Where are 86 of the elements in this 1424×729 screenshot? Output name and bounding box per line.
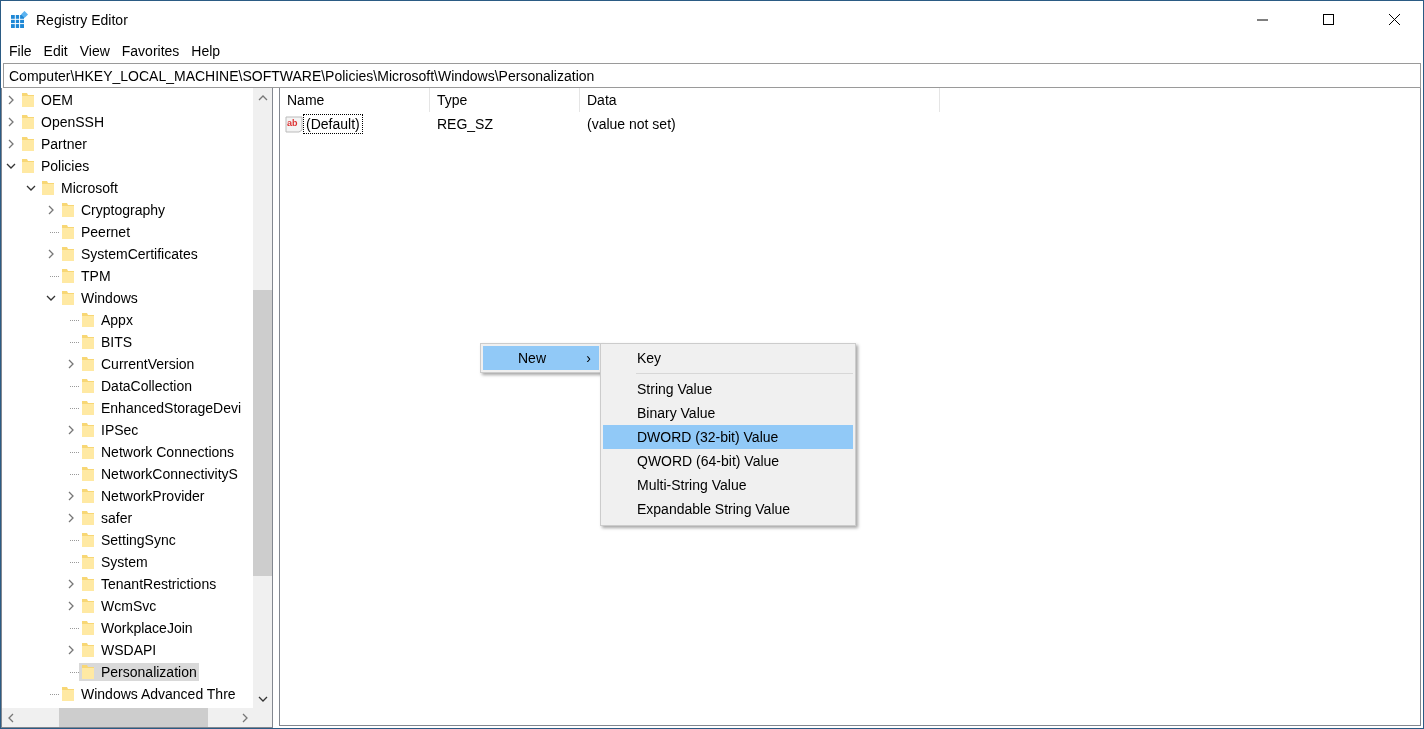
tree-item[interactable]: CurrentVersion — [79, 355, 197, 373]
column-header[interactable]: Type — [430, 88, 580, 112]
tree-item[interactable]: NetworkConnectivityS — [79, 465, 240, 483]
folder-icon — [81, 620, 95, 636]
tree-item[interactable]: WorkplaceJoin — [79, 619, 195, 637]
folder-icon — [81, 554, 95, 570]
tree-item[interactable]: Windows Advanced Thre — [59, 685, 238, 703]
vertical-scrollbar[interactable] — [253, 88, 272, 708]
menu-item[interactable]: Help — [185, 42, 227, 59]
close-icon — [1388, 14, 1400, 25]
table-cell-text: (value not set) — [586, 116, 677, 132]
tree-item[interactable]: SettingSync — [79, 531, 178, 549]
menu-item[interactable]: Favorites — [115, 42, 186, 59]
tree-item[interactable]: TenantRestrictions — [79, 575, 219, 593]
tree-item[interactable]: Policies — [19, 157, 92, 175]
folder-icon — [81, 312, 95, 328]
tree-item[interactable]: WcmSvc — [79, 597, 159, 615]
tree-item[interactable]: WSDAPI — [79, 641, 159, 659]
tree-item[interactable]: OEM — [19, 91, 75, 109]
table-cell[interactable]: (Default) — [304, 115, 362, 133]
address-field[interactable]: Computer\HKEY_LOCAL_MACHINE\SOFTWARE\Policies\Microsoft\Windows\Personalization — [3, 63, 1421, 88]
registry-grid-icon — [10, 10, 28, 29]
menu-item[interactable]: Edit — [37, 42, 74, 59]
tree-item[interactable]: IPSec — [79, 421, 141, 439]
menu-item[interactable]: Binary Value — [603, 401, 853, 425]
folder-icon — [21, 92, 35, 108]
folder-icon — [81, 400, 95, 416]
menu-item[interactable]: View — [73, 42, 116, 59]
tree-item[interactable]: Windows — [59, 289, 140, 307]
folder-icon — [21, 158, 35, 174]
folder-icon — [81, 532, 95, 548]
menu-item[interactable]: File — [3, 42, 38, 59]
menu-item[interactable]: DWORD (32-bit) Value — [603, 425, 853, 449]
folder-icon — [21, 114, 35, 130]
tree-item[interactable]: Microsoft — [39, 179, 120, 197]
tree-item[interactable]: Partner — [19, 135, 89, 153]
menu-item[interactable]: QWORD (64-bit) Value — [603, 449, 853, 473]
column-header[interactable]: Data — [580, 88, 940, 112]
folder-icon — [81, 488, 95, 504]
folder-icon — [21, 136, 35, 152]
tree-item[interactable]: TPM — [59, 267, 113, 285]
folder-icon — [61, 268, 75, 284]
folder-icon — [81, 444, 95, 460]
tree-item[interactable]: Cryptography — [59, 201, 168, 219]
folder-icon — [61, 202, 75, 218]
menu-item[interactable]: New › — [483, 346, 599, 370]
folder-icon — [81, 378, 95, 394]
menu-item[interactable]: Key — [603, 346, 853, 370]
tree-item[interactable]: OpenSSH — [19, 113, 107, 131]
column-header[interactable]: Name — [280, 88, 430, 112]
horizontal-scrollbar[interactable] — [2, 708, 253, 727]
tree-item[interactable]: Peernet — [59, 223, 133, 241]
folder-icon — [61, 686, 75, 702]
tree-item[interactable]: EnhancedStorageDevi — [79, 399, 244, 417]
scrollbar-thumb[interactable] — [253, 290, 272, 576]
folder-icon — [81, 598, 95, 614]
menu-item[interactable]: String Value — [603, 377, 853, 401]
folder-icon — [81, 664, 95, 680]
folder-icon — [81, 466, 95, 482]
folder-icon — [81, 422, 95, 438]
folder-icon — [41, 180, 55, 196]
folder-icon — [81, 356, 95, 372]
minimize-icon — [1256, 18, 1268, 21]
folder-icon — [61, 246, 75, 262]
scrollbar-thumb[interactable] — [59, 708, 208, 727]
table-cell-text: REG_SZ — [436, 116, 494, 132]
string-value-icon: ab — [285, 115, 303, 133]
folder-icon — [61, 290, 75, 306]
tree-item[interactable]: Network Connections — [79, 443, 237, 461]
tree-item[interactable]: safer — [79, 509, 135, 527]
tree-item[interactable]: NetworkProvider — [79, 487, 207, 505]
tree-item[interactable]: DataCollection — [79, 377, 195, 395]
maximize-icon — [1322, 14, 1334, 25]
folder-icon — [81, 334, 95, 350]
tree-item[interactable]: System — [79, 553, 150, 571]
window-title: Registry Editor — [36, 11, 129, 28]
folder-icon — [81, 510, 95, 526]
tree-item[interactable]: Personalization — [79, 663, 199, 681]
tree-item[interactable]: BITS — [79, 333, 135, 351]
menu-item[interactable]: Expandable String Value — [603, 497, 853, 521]
folder-icon — [61, 224, 75, 240]
folder-icon — [81, 576, 95, 592]
tree-item[interactable]: SystemCertificates — [59, 245, 200, 263]
tree-item[interactable]: Appx — [79, 311, 135, 329]
folder-icon — [81, 642, 95, 658]
menu-item[interactable]: Multi-String Value — [603, 473, 853, 497]
